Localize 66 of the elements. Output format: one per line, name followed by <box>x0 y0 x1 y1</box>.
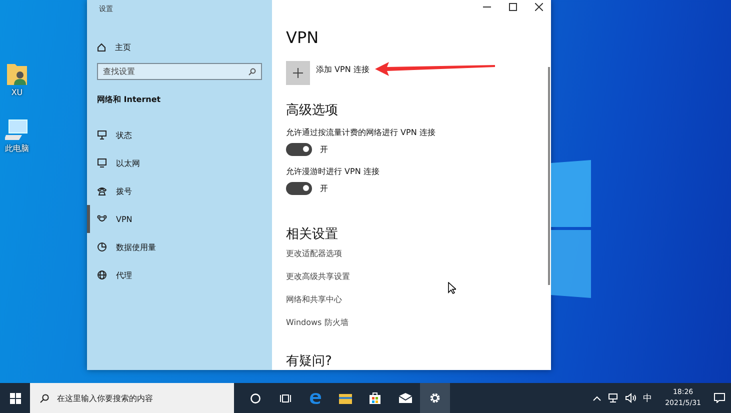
phone-icon <box>97 186 107 196</box>
toggle-state: 开 <box>320 183 328 194</box>
add-button[interactable] <box>286 61 310 85</box>
nav-label: 状态 <box>116 130 132 140</box>
computer-icon <box>5 119 29 141</box>
edge-icon <box>308 392 322 404</box>
shopping-bag-icon <box>369 392 381 404</box>
section-heading: 有疑问? <box>286 353 333 370</box>
toggle-label: 允许通过按流量计费的网络进行 VPN 连接 <box>286 127 436 138</box>
toggle-label: 允许漫游时进行 VPN 连接 <box>286 166 380 177</box>
search-field[interactable]: 查找设置 <box>97 63 262 80</box>
section-heading: 高级选项 <box>286 102 339 119</box>
taskbar-search-field[interactable]: 在这里输入你要搜索的内容 <box>30 383 234 413</box>
search-placeholder: 查找设置 <box>103 66 135 77</box>
taskbar-app[interactable] <box>420 383 450 413</box>
folder-icon <box>338 392 352 404</box>
nav-item[interactable]: 拨号 <box>87 177 262 205</box>
notification-icon[interactable] <box>714 393 725 403</box>
chevron-up-icon[interactable] <box>593 396 602 400</box>
input-method-indicator[interactable]: 中 <box>643 392 652 404</box>
task-view-icon <box>280 392 290 404</box>
nav-item[interactable]: 数据使用量 <box>87 233 262 261</box>
envelope-icon <box>398 393 412 403</box>
toggle-switch[interactable] <box>286 143 312 156</box>
nav-item[interactable]: 代理 <box>87 261 262 289</box>
search-placeholder: 在这里输入你要搜索的内容 <box>57 392 153 404</box>
add-vpn-label[interactable]: 添加 VPN 连接 <box>316 64 370 75</box>
globe-icon <box>97 270 107 280</box>
nav-item[interactable]: 状态 <box>87 121 262 149</box>
settings-link[interactable]: 更改适配器选项 <box>286 248 342 259</box>
toggle-state: 开 <box>320 144 328 155</box>
desktop-icon-label[interactable]: XU <box>11 88 23 97</box>
nav-label: 代理 <box>116 270 132 280</box>
network-icon[interactable] <box>608 393 618 403</box>
settings-link[interactable]: 更改高级共享设置 <box>286 271 350 282</box>
speaker-icon[interactable] <box>625 393 636 403</box>
nav-label: 数据使用量 <box>116 242 156 252</box>
vpn-icon <box>97 215 107 223</box>
home-icon <box>97 43 106 52</box>
nav-item[interactable]: 以太网 <box>87 149 262 177</box>
settings-icon <box>429 392 441 404</box>
nav-label: 拨号 <box>116 186 132 196</box>
maximize-icon[interactable] <box>509 3 517 11</box>
monitor-icon <box>97 158 107 168</box>
desktop-icon-label[interactable]: 此电脑 <box>5 143 29 154</box>
section-heading: 相关设置 <box>286 226 339 243</box>
nav-label: 以太网 <box>116 158 140 168</box>
nav-item[interactable]: VPN <box>87 205 262 233</box>
close-icon[interactable] <box>535 3 543 11</box>
home-label: 主页 <box>115 42 131 53</box>
search-icon <box>40 394 49 402</box>
mouse-pointer-icon <box>448 282 456 294</box>
circle-icon <box>250 392 260 404</box>
settings-link[interactable]: Windows 防火墙 <box>286 317 348 328</box>
page-title: VPN <box>286 28 320 47</box>
windows-icon <box>10 392 20 404</box>
pie-icon <box>97 242 107 252</box>
nav-label: VPN <box>116 214 132 224</box>
scrollbar[interactable] <box>548 67 550 285</box>
plus-icon <box>293 68 303 78</box>
section-heading: 网络和 Internet <box>97 94 162 105</box>
toggle-switch[interactable] <box>286 182 312 195</box>
user-folder-icon <box>6 62 28 86</box>
home-link[interactable]: 主页 <box>97 42 262 53</box>
settings-link[interactable]: 网络和共享中心 <box>286 294 342 305</box>
search-icon <box>248 68 256 76</box>
